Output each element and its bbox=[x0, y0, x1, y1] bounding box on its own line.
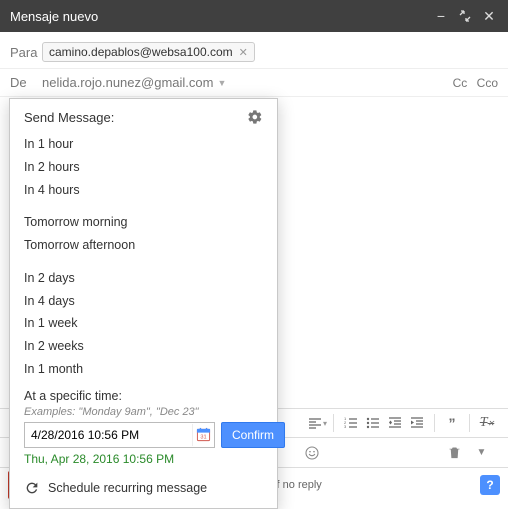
list-ordered-icon[interactable]: 123 bbox=[340, 412, 362, 434]
from-label: De bbox=[10, 75, 42, 90]
more-icon[interactable]: ▼ bbox=[470, 441, 494, 465]
confirm-button[interactable]: Confirm bbox=[221, 422, 285, 448]
maximize-button[interactable] bbox=[456, 7, 474, 25]
trash-icon[interactable] bbox=[442, 441, 466, 465]
schedule-option[interactable]: In 4 hours bbox=[24, 179, 263, 202]
schedule-option[interactable]: Tomorrow morning bbox=[24, 211, 263, 234]
examples-hint: Examples: "Monday 9am", "Dec 23" bbox=[24, 406, 263, 418]
popup-header: Send Message: bbox=[24, 110, 114, 125]
close-button[interactable]: ✕ bbox=[480, 7, 498, 25]
chip-remove-icon[interactable]: ✕ bbox=[239, 46, 248, 59]
schedule-option[interactable]: In 1 hour bbox=[24, 133, 263, 156]
from-address[interactable]: nelida.rojo.nunez@gmail.com bbox=[42, 75, 213, 90]
help-icon[interactable]: ? bbox=[480, 475, 500, 495]
schedule-option[interactable]: In 2 weeks bbox=[24, 335, 263, 358]
window-title: Mensaje nuevo bbox=[10, 9, 426, 24]
datetime-input[interactable] bbox=[25, 423, 192, 447]
cc-link[interactable]: Cc bbox=[453, 76, 468, 90]
bcc-link[interactable]: Cco bbox=[477, 76, 498, 90]
list-bullet-icon[interactable] bbox=[362, 412, 384, 434]
specific-time-label: At a specific time: bbox=[24, 389, 263, 403]
minimize-button[interactable]: − bbox=[432, 7, 450, 25]
svg-text:31: 31 bbox=[200, 434, 206, 440]
recipient-chip[interactable]: camino.depablos@websa100.com ✕ bbox=[42, 42, 255, 62]
indent-more-icon[interactable] bbox=[406, 412, 428, 434]
emoji-icon[interactable] bbox=[300, 441, 324, 465]
resolved-datetime: Thu, Apr 28, 2016 10:56 PM bbox=[24, 452, 263, 466]
schedule-option[interactable]: In 1 week bbox=[24, 312, 263, 335]
svg-text:3: 3 bbox=[344, 424, 347, 429]
schedule-recurring[interactable]: Schedule recurring message bbox=[24, 480, 263, 496]
clear-format-icon[interactable]: T✕ bbox=[476, 412, 498, 434]
quote-icon[interactable]: ” bbox=[441, 412, 463, 434]
schedule-option[interactable]: In 2 hours bbox=[24, 156, 263, 179]
if-no-reply-label: if no reply bbox=[274, 479, 322, 491]
calendar-icon[interactable]: 31 bbox=[192, 424, 214, 446]
recurring-label: Schedule recurring message bbox=[48, 481, 207, 495]
to-label: Para bbox=[10, 45, 42, 60]
schedule-option[interactable]: In 2 days bbox=[24, 267, 263, 290]
recipient-email: camino.depablos@websa100.com bbox=[49, 45, 233, 59]
schedule-option[interactable]: Tomorrow afternoon bbox=[24, 234, 263, 257]
from-dropdown-icon[interactable]: ▼ bbox=[217, 78, 226, 88]
schedule-popup: Send Message: In 1 hour In 2 hours In 4 … bbox=[9, 98, 278, 509]
indent-less-icon[interactable] bbox=[384, 412, 406, 434]
gear-icon[interactable] bbox=[247, 109, 263, 125]
schedule-option[interactable]: In 1 month bbox=[24, 358, 263, 381]
schedule-option[interactable]: In 4 days bbox=[24, 290, 263, 313]
refresh-icon bbox=[24, 480, 40, 496]
